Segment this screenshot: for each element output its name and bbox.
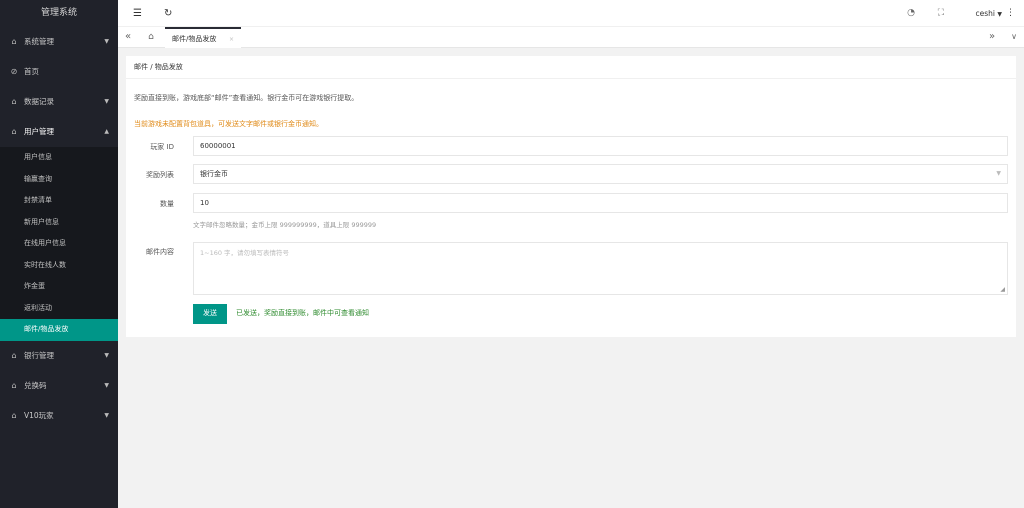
- quantity-hint: 文字邮件忽略数量；金币上限 999999999，道具上限 999999: [193, 221, 377, 229]
- player-id-label: 玩家 ID: [150, 143, 174, 151]
- sidebar-item-v10-players[interactable]: ⌂ V10玩家 ▼: [0, 401, 118, 431]
- dashboard-icon: ⊘: [10, 67, 18, 76]
- username: ceshi: [975, 9, 995, 18]
- send-button[interactable]: 发送: [193, 304, 227, 324]
- chevron-down-icon: ▼: [104, 98, 109, 105]
- resize-grip-icon[interactable]: ◢: [1000, 286, 1005, 293]
- tabs-prev-icon[interactable]: «: [118, 27, 138, 48]
- form-description: 奖励直接到账，游戏底部“邮件”查看通知。银行金币可在游戏银行提取。: [134, 94, 359, 102]
- chevron-down-icon[interactable]: ∨: [1004, 27, 1024, 48]
- quantity-label: 数量: [160, 200, 174, 208]
- sidebar-item-label: 兑换码: [24, 380, 47, 390]
- warning-text: 当前游戏未配置背包道具，可发送文字邮件或银行金币通知。: [134, 120, 323, 128]
- sent-status-message: 已发送，奖励直接到账，邮件中可查看通知: [236, 309, 369, 317]
- reward-select[interactable]: 银行金币 ▼: [193, 164, 1008, 184]
- chevron-down-icon: ▼: [104, 351, 109, 359]
- home-icon: ⌂: [11, 97, 17, 106]
- sidebar: 管理系统 ⌂ 系统管理 ▼ ⊘ 首页 ⌂ 数据记录 ▼ ⌂ 用户管理 ▲ 用户信…: [0, 0, 118, 508]
- home-icon: ⌂: [11, 127, 17, 136]
- chevron-down-icon: ▼: [104, 411, 109, 419]
- caret-down-icon: ▼: [997, 11, 1002, 18]
- menu-toggle-icon[interactable]: ☰: [133, 0, 142, 27]
- more-icon[interactable]: ⋮: [1006, 0, 1015, 27]
- tab-label: 邮件/物品发放: [172, 35, 217, 43]
- sidebar-item-label: V10玩家: [24, 410, 54, 420]
- chevron-down-icon: ▼: [104, 381, 109, 389]
- home-tab-icon[interactable]: ⌂: [141, 27, 161, 48]
- sidebar-subitem-win-loss[interactable]: 输赢查询: [0, 169, 118, 191]
- tab-mail-items[interactable]: 邮件/物品发放 ×: [165, 27, 241, 48]
- reward-list-label: 奖励列表: [146, 171, 174, 179]
- sidebar-item-label: 数据记录: [24, 97, 54, 106]
- sidebar-item-label: 系统管理: [24, 37, 54, 46]
- mail-content-textarea[interactable]: 1~160 字，请勿填写表情符号 ◢: [193, 242, 1008, 295]
- sidebar-subitem-online-users[interactable]: 在线用户信息: [0, 233, 118, 255]
- sidebar-item-user-management[interactable]: ⌂ 用户管理 ▲: [0, 117, 118, 147]
- chevron-down-icon: ▼: [104, 38, 109, 45]
- sidebar-item-data-records[interactable]: ⌂ 数据记录 ▼: [0, 87, 118, 117]
- reward-select-value: 银行金币: [200, 170, 228, 178]
- sidebar-item-system[interactable]: ⌂ 系统管理 ▼: [0, 27, 118, 57]
- mail-content-label: 邮件内容: [146, 248, 174, 256]
- sidebar-subitem-new-users[interactable]: 新用户信息: [0, 212, 118, 234]
- quantity-input[interactable]: 10: [193, 193, 1008, 213]
- sidebar-item-home[interactable]: ⊘ 首页: [0, 57, 118, 87]
- top-header: ☰ ↻ ◔ ⛶ ceshi ▼ ⋮: [118, 0, 1024, 27]
- tabs-next-icon[interactable]: »: [982, 27, 1002, 48]
- fullscreen-icon[interactable]: ⛶: [938, 0, 944, 27]
- sidebar-subitem-user-info[interactable]: 用户信息: [0, 147, 118, 169]
- sidebar-item-redeem-code[interactable]: ⌂ 兑换码 ▼: [0, 371, 118, 401]
- sidebar-subitem-ban-list[interactable]: 封禁清单: [0, 190, 118, 212]
- chevron-down-icon: ▼: [996, 170, 1001, 177]
- sidebar-subitem-rebate[interactable]: 返利活动: [0, 298, 118, 320]
- home-icon: ⌂: [11, 37, 17, 46]
- user-submenu: 用户信息 输赢查询 封禁清单 新用户信息 在线用户信息 实时在线人数 炸金蛋 返…: [0, 147, 118, 341]
- theme-icon[interactable]: ◔: [907, 0, 915, 27]
- sidebar-item-bank[interactable]: ⌂ 银行管理 ▼: [0, 341, 118, 371]
- home-icon: ⌂: [11, 410, 17, 420]
- home-icon: ⌂: [11, 380, 17, 390]
- sidebar-subitem-online-count[interactable]: 实时在线人数: [0, 255, 118, 277]
- sidebar-item-label: 银行管理: [24, 350, 54, 360]
- player-id-input[interactable]: 60000001: [193, 136, 1008, 156]
- app-title: 管理系统: [0, 0, 118, 27]
- tabs-bar: « ⌂ 邮件/物品发放 × » ∨: [118, 27, 1024, 48]
- close-icon[interactable]: ×: [229, 29, 234, 50]
- user-menu[interactable]: ceshi ▼: [976, 0, 1003, 27]
- refresh-icon[interactable]: ↻: [164, 0, 172, 27]
- sidebar-subitem-golden-egg[interactable]: 炸金蛋: [0, 276, 118, 298]
- main-card: 邮件 / 物品发放 奖励直接到账，游戏底部“邮件”查看通知。银行金币可在游戏银行…: [126, 56, 1016, 337]
- breadcrumb: 邮件 / 物品发放: [126, 56, 1016, 79]
- sidebar-subitem-mail-items[interactable]: 邮件/物品发放: [0, 319, 118, 341]
- mail-content-placeholder: 1~160 字，请勿填写表情符号: [200, 249, 290, 257]
- sidebar-item-label: 首页: [24, 67, 39, 76]
- chevron-up-icon: ▲: [104, 128, 109, 135]
- home-icon: ⌂: [11, 350, 17, 360]
- sidebar-item-label: 用户管理: [24, 127, 54, 136]
